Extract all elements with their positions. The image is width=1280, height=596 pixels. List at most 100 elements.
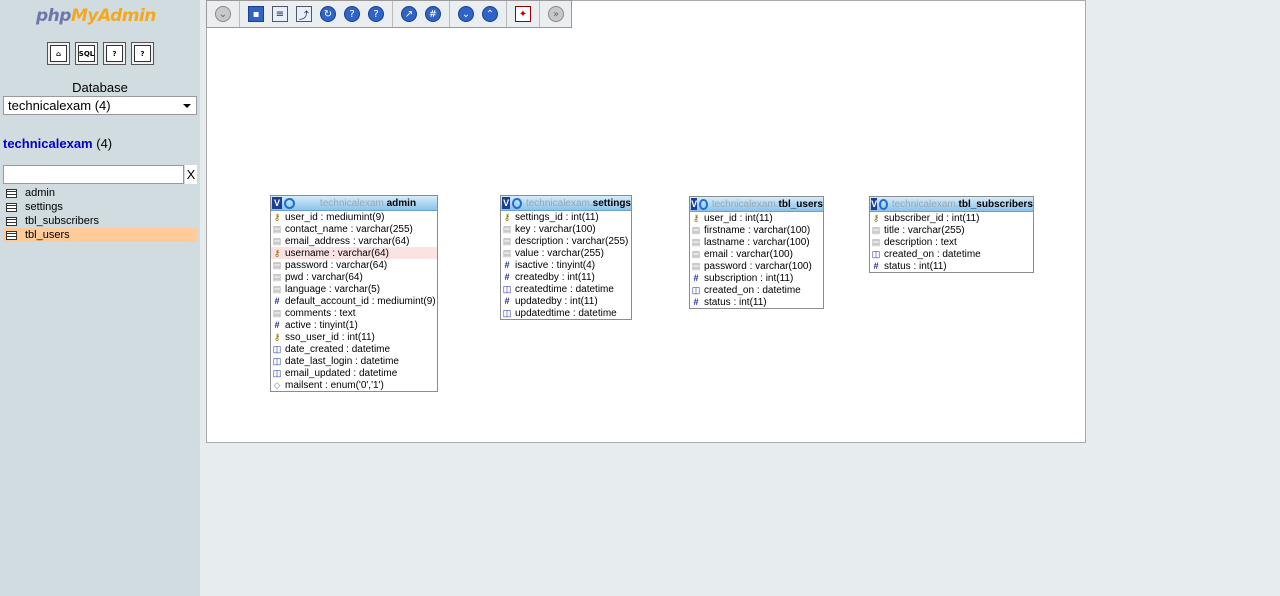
designer-column-row[interactable]: ⚷ user_id : mediumint(9)	[271, 211, 437, 223]
table-filter-input[interactable]	[3, 165, 184, 184]
designer-column-row[interactable]: ◫ updatedtime : datetime	[501, 307, 631, 319]
table-icon[interactable]	[6, 216, 17, 226]
create-relation-icon[interactable]: ⤴	[296, 6, 312, 22]
designer-column-row[interactable]: ⚷ username : varchar(64)	[271, 247, 437, 259]
small-big-all-icon[interactable]: #	[425, 6, 441, 22]
designer-table-admin[interactable]: V technicalexam.admin ⚷ user_id : mediumi…	[270, 195, 438, 392]
table-list-item-admin[interactable]: admin	[3, 186, 197, 200]
designer-column-row[interactable]: ▤ language : varchar(5)	[271, 283, 437, 295]
designer-column-row[interactable]: ◫ email_updated : datetime	[271, 367, 437, 379]
save-position-icon[interactable]: ▪	[248, 6, 264, 22]
show-all-icon[interactable]: ⌄	[215, 6, 231, 22]
table-list-item-settings[interactable]: settings	[3, 200, 197, 214]
designer-table-header[interactable]: V technicalexam.settings	[501, 196, 631, 211]
designer-column-row[interactable]: # createdby : int(11)	[501, 271, 631, 283]
designer-column-row[interactable]: ▤ title : varchar(255)	[870, 224, 1033, 236]
designer-table-tbl-users[interactable]: V technicalexam.tbl_users ⚷ user_id : int…	[689, 196, 824, 309]
snap-to-grid-icon[interactable]: ↗	[401, 6, 417, 22]
gear-icon[interactable]	[512, 197, 522, 209]
table-list-label[interactable]: tbl_users	[25, 229, 70, 241]
designer-column-row[interactable]: ◫ created_on : datetime	[870, 248, 1033, 260]
column-definition: language : varchar(5)	[285, 283, 381, 295]
designer-column-row[interactable]: ⚷ subscriber_id : int(11)	[870, 212, 1033, 224]
angular-links-icon[interactable]: ?	[368, 6, 384, 22]
designer-table-header[interactable]: V technicalexam.tbl_subscribers	[870, 197, 1033, 212]
column-definition: email_address : varchar(64)	[285, 235, 410, 247]
gear-icon[interactable]	[879, 198, 888, 210]
gear-icon[interactable]	[284, 197, 295, 209]
column-definition: date_created : datetime	[285, 343, 391, 355]
designer-column-row[interactable]: ▤ email_address : varchar(64)	[271, 235, 437, 247]
designer-column-row[interactable]: ◇ mailsent : enum('0','1')	[271, 379, 437, 391]
current-database-title[interactable]: technicalexam (4)	[3, 136, 112, 151]
designer-table-tbl-subscribers[interactable]: V technicalexam.tbl_subscribers ⚷ subscri…	[869, 196, 1034, 273]
designer-column-row[interactable]: ▤ key : varchar(100)	[501, 223, 631, 235]
table-list-item-tbl-users[interactable]: tbl_users	[3, 228, 197, 242]
designer-column-row[interactable]: ▤ comments : text	[271, 307, 437, 319]
home-icon[interactable]: ⌂	[47, 42, 70, 65]
table-icon[interactable]	[6, 202, 17, 212]
designer-column-row[interactable]: ▤ firstname : varchar(100)	[690, 224, 823, 236]
help-icon[interactable]: ?	[344, 6, 360, 22]
numeric-column-icon: #	[693, 297, 699, 307]
designer-column-row[interactable]: ▤ lastname : varchar(100)	[690, 236, 823, 248]
primary-key-icon: ⚷	[273, 211, 281, 222]
table-list-item-tbl-subscribers[interactable]: tbl_subscribers	[3, 214, 197, 228]
create-table-icon[interactable]: ≡	[272, 6, 288, 22]
designer-column-row[interactable]: # status : int(11)	[870, 260, 1033, 272]
designer-column-row[interactable]: ▤ pwd : varchar(64)	[271, 271, 437, 283]
designer-column-row[interactable]: ▤ description : text	[870, 236, 1033, 248]
column-definition: createdtime : datetime	[515, 283, 614, 295]
export-relations-icon[interactable]: ⌃	[482, 6, 498, 22]
designer-table-header[interactable]: V technicalexam.tbl_users	[690, 197, 823, 212]
database-select[interactable]: technicalexam (4)	[3, 96, 197, 115]
designer-table-settings[interactable]: V technicalexam.settings ⚷ settings_id : …	[500, 195, 632, 320]
table-list-label[interactable]: tbl_subscribers	[25, 215, 99, 227]
designer-column-row[interactable]: ◫ date_last_login : datetime	[271, 355, 437, 367]
documentation-icon[interactable]: ?	[131, 42, 154, 65]
toggle-small-big-icon[interactable]: ⌄	[458, 6, 474, 22]
toggle-columns-icon[interactable]: V	[871, 198, 878, 210]
numeric-column-icon: #	[873, 261, 879, 271]
toggle-columns-icon[interactable]: V	[691, 198, 698, 210]
move-menu-icon[interactable]: »	[548, 6, 564, 22]
filter-clear-button[interactable]: X	[185, 165, 197, 184]
designer-column-row[interactable]: ▤ password : varchar(64)	[271, 259, 437, 271]
table-icon[interactable]	[6, 188, 17, 198]
toggle-columns-icon[interactable]: V	[272, 197, 282, 209]
phpmyadmin-logo[interactable]: phpMyAdmin	[36, 6, 156, 26]
designer-column-row[interactable]: ⚷ user_id : int(11)	[690, 212, 823, 224]
designer-column-row[interactable]: ⚷ sso_user_id : int(11)	[271, 331, 437, 343]
designer-column-row[interactable]: # subscription : int(11)	[690, 272, 823, 284]
designer-column-row[interactable]: ◫ createdtime : datetime	[501, 283, 631, 295]
column-definition: date_last_login : datetime	[285, 355, 399, 367]
designer-column-row[interactable]: ⚷ settings_id : int(11)	[501, 211, 631, 223]
toolbar-divider	[539, 1, 540, 27]
designer-column-row[interactable]: ▤ description : varchar(255)	[501, 235, 631, 247]
column-definition: status : int(11)	[884, 260, 947, 272]
designer-column-row[interactable]: ◫ date_created : datetime	[271, 343, 437, 355]
table-list-label[interactable]: admin	[25, 187, 55, 199]
designer-column-row[interactable]: ◫ created_on : datetime	[690, 284, 823, 296]
toggle-columns-icon[interactable]: V	[502, 197, 511, 209]
designer-column-row[interactable]: ▤ value : varchar(255)	[501, 247, 631, 259]
designer-table-header[interactable]: V technicalexam.admin	[271, 196, 437, 211]
database-name-link[interactable]: technicalexam	[3, 136, 93, 151]
designer-column-row[interactable]: ▤ contact_name : varchar(255)	[271, 223, 437, 235]
export-pdf-icon[interactable]: ✦	[515, 6, 531, 22]
help-icon[interactable]: ?	[103, 42, 126, 65]
designer-column-row[interactable]: # status : int(11)	[690, 296, 823, 308]
designer-column-row[interactable]: # default_account_id : mediumint(9)	[271, 295, 437, 307]
designer-column-row[interactable]: ▤ email : varchar(100)	[690, 248, 823, 260]
table-list-label[interactable]: settings	[25, 201, 63, 213]
designer-column-row[interactable]: # active : tinyint(1)	[271, 319, 437, 331]
sql-query-icon[interactable]: SQL	[75, 42, 98, 65]
gear-icon[interactable]	[699, 198, 708, 210]
designer-column-row[interactable]: # updatedby : int(11)	[501, 295, 631, 307]
text-column-icon: ▤	[871, 224, 881, 235]
table-icon[interactable]	[6, 230, 17, 240]
reload-icon[interactable]: ↻	[320, 6, 336, 22]
designer-table-title: technicalexam.settings	[526, 198, 631, 209]
designer-column-row[interactable]: # isactive : tinyint(4)	[501, 259, 631, 271]
designer-column-row[interactable]: ▤ password : varchar(100)	[690, 260, 823, 272]
